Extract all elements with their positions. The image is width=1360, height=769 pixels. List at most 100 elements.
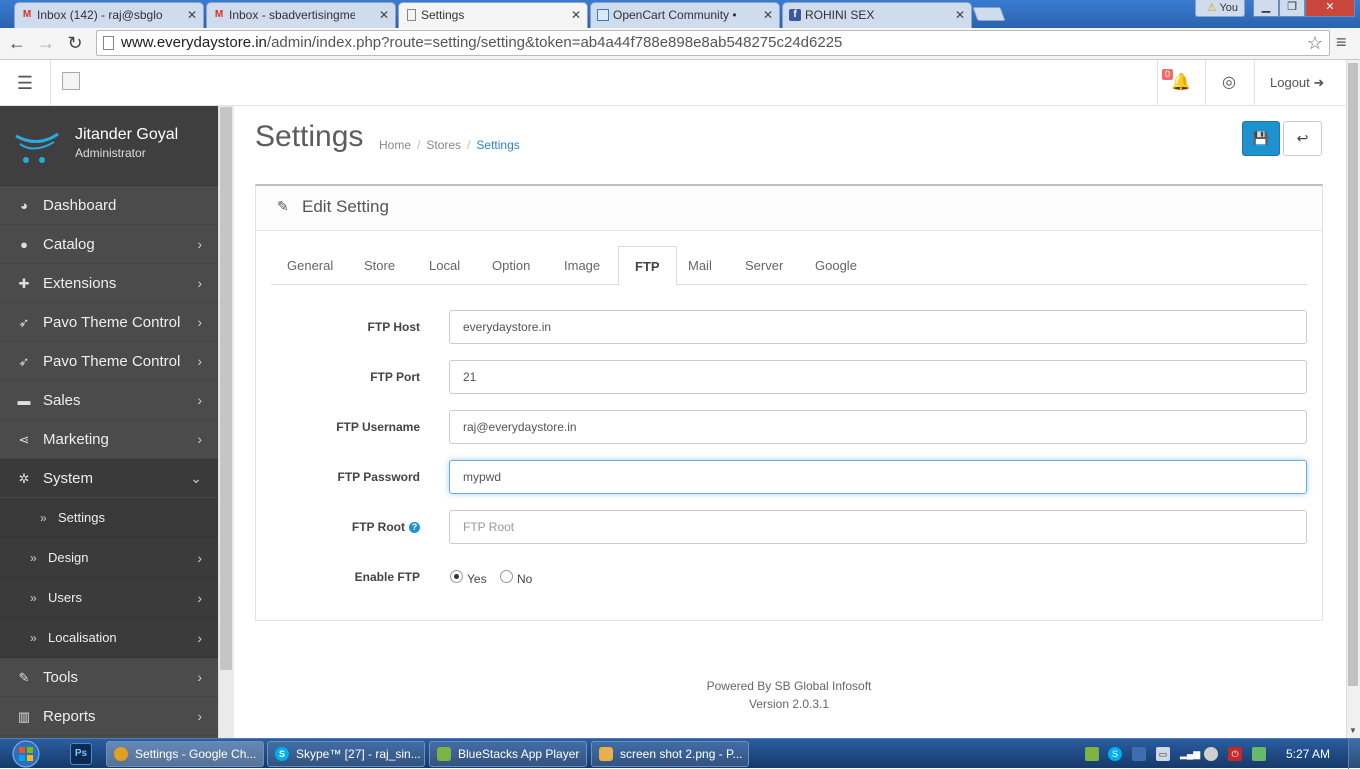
- floppy-disk-icon: 💾: [1252, 131, 1270, 146]
- window-close-button[interactable]: ✕: [1305, 0, 1355, 17]
- tag-icon: ●: [20, 237, 28, 252]
- sidebar-subitem-localisation[interactable]: » Localisation ›: [0, 618, 218, 658]
- double-angle-right-icon: »: [30, 591, 37, 605]
- browser-tab-gmail-inbox-2[interactable]: M Inbox - sbadvertisingmedi ✕: [206, 2, 396, 28]
- chevron-icon: ›: [197, 630, 202, 646]
- photoshop-icon[interactable]: Ps: [70, 743, 92, 765]
- ftp-port-input[interactable]: [449, 360, 1307, 394]
- reload-icon[interactable]: ↻: [64, 32, 86, 54]
- sidebar-item-pavo-theme-control[interactable]: ➶ Pavo Theme Control ›: [0, 303, 218, 342]
- sidebar-item-dashboard[interactable]: ◕ Dashboard: [0, 186, 218, 225]
- save-button[interactable]: 💾: [1242, 121, 1280, 156]
- sidebar-item-label: Pavo Theme Control: [43, 353, 181, 370]
- minimize-button[interactable]: ▁: [1253, 0, 1279, 17]
- system-clock[interactable]: 5:27 AM: [1286, 739, 1330, 769]
- forward-arrow-icon[interactable]: →: [35, 32, 57, 54]
- chevron-icon: ›: [197, 314, 202, 330]
- new-tab-button[interactable]: [972, 7, 1006, 21]
- show-desktop-button[interactable]: [1348, 739, 1360, 769]
- sidebar-subitem-design[interactable]: » Design ›: [0, 538, 218, 578]
- ftp-host-input[interactable]: [449, 310, 1307, 344]
- chrome-menu-icon[interactable]: ≡: [1336, 32, 1347, 53]
- tab-option[interactable]: Option: [476, 246, 546, 285]
- tab-google[interactable]: Google: [799, 246, 873, 285]
- back-arrow-icon[interactable]: ←: [6, 32, 28, 54]
- sidebar-item-catalog[interactable]: ● Catalog ›: [0, 225, 218, 264]
- facebook-icon: f: [789, 9, 801, 21]
- breadcrumb-home[interactable]: Home: [379, 138, 411, 152]
- chevron-icon: ›: [197, 353, 202, 369]
- paint-icon: [599, 747, 613, 761]
- breadcrumb-stores[interactable]: Stores: [426, 138, 461, 152]
- rocket-icon: ➶: [18, 315, 30, 330]
- maximize-button[interactable]: ❐: [1279, 0, 1305, 17]
- chrome-icon: [114, 747, 128, 761]
- taskbar-item-label: Skype™ [27] - raj_sin...: [296, 747, 421, 761]
- help-lifebuoy-icon[interactable]: ◎: [1205, 60, 1252, 106]
- taskbar-paint[interactable]: screen shot 2.png - P...: [591, 741, 749, 767]
- logout-link[interactable]: Logout ➜: [1254, 60, 1348, 106]
- sidebar-subitem-settings[interactable]: » Settings: [0, 498, 218, 538]
- ftp-password-input[interactable]: [449, 460, 1307, 494]
- breadcrumb-settings[interactable]: Settings: [476, 138, 519, 152]
- chevron-icon: ›: [197, 708, 202, 724]
- tab-general[interactable]: General: [271, 246, 349, 285]
- browser-tab-facebook[interactable]: f ROHINI SEX ✕: [782, 2, 972, 28]
- page-icon: [103, 36, 114, 50]
- tab-local[interactable]: Local: [413, 246, 476, 285]
- windows-start-button[interactable]: [8, 739, 44, 769]
- url-host: www.everydaystore.in: [121, 34, 267, 51]
- sidebar-item-tools[interactable]: ✎ Tools ›: [0, 658, 218, 697]
- bookmark-star-icon[interactable]: ☆: [1307, 31, 1323, 55]
- sidebar-item-reports[interactable]: ▥ Reports ›: [0, 697, 218, 736]
- skype-tray-icon[interactable]: S: [1108, 747, 1122, 761]
- close-tab-icon[interactable]: ✕: [379, 3, 389, 27]
- sidebar-item-pavo-theme-control[interactable]: ➶ Pavo Theme Control ›: [0, 342, 218, 381]
- sidebar-item-extensions[interactable]: ✚ Extensions ›: [0, 264, 218, 303]
- taskbar-bluestacks[interactable]: BlueStacks App Player: [429, 741, 587, 767]
- battery-icon[interactable]: [1252, 747, 1266, 761]
- ftp-root-input[interactable]: [449, 510, 1307, 544]
- cancel-button[interactable]: ↩: [1283, 121, 1322, 156]
- bluestacks-tray-icon[interactable]: [1085, 747, 1099, 761]
- browser-tab-gmail-inbox[interactable]: M Inbox (142) - raj@sbgloba ✕: [14, 2, 204, 28]
- tab-image[interactable]: Image: [548, 246, 616, 285]
- sidebar-scroll-thumb[interactable]: [220, 107, 232, 670]
- scroll-down-arrow-icon[interactable]: ▼: [1346, 724, 1360, 738]
- power-icon[interactable]: ⏻: [1228, 747, 1242, 761]
- taskbar-skype[interactable]: S Skype™ [27] - raj_sin...: [267, 741, 425, 767]
- close-tab-icon[interactable]: ✕: [763, 3, 773, 27]
- enable-ftp-yes-radio[interactable]: [450, 570, 463, 583]
- enable-ftp-yes-label[interactable]: Yes: [467, 560, 487, 598]
- sidebar-item-sales[interactable]: ▬ Sales ›: [0, 381, 218, 420]
- chevron-icon: ⌄: [190, 470, 202, 486]
- tab-ftp[interactable]: FTP: [618, 246, 677, 286]
- sidebar-subitem-label: Design: [48, 550, 89, 565]
- browser-tab-opencart[interactable]: OpenCart Community • Po ✕: [590, 2, 780, 28]
- tab-store[interactable]: Store: [348, 246, 411, 285]
- close-tab-icon[interactable]: ✕: [571, 3, 581, 27]
- signal-bars-icon[interactable]: ▂▄▆: [1180, 747, 1200, 761]
- address-bar[interactable]: www.everydaystore.in/admin/index.php?rou…: [96, 30, 1330, 56]
- close-tab-icon[interactable]: ✕: [955, 3, 965, 27]
- page-scroll-thumb[interactable]: [1348, 63, 1358, 686]
- device-icon[interactable]: ▭: [1156, 747, 1170, 761]
- page-title: Settings: [255, 120, 364, 153]
- enable-ftp-no-radio[interactable]: [500, 570, 513, 583]
- volume-icon[interactable]: [1204, 747, 1218, 761]
- enable-ftp-no-label[interactable]: No: [517, 560, 532, 598]
- sidebar-subitem-users[interactable]: » Users ›: [0, 578, 218, 618]
- ftp-username-input[interactable]: [449, 410, 1307, 444]
- browser-tab-settings[interactable]: Settings ✕: [398, 2, 588, 28]
- sidebar-item-marketing[interactable]: ⋖ Marketing ›: [0, 420, 218, 459]
- sidebar-item-system[interactable]: ✲ System ⌄: [0, 459, 218, 498]
- tab-server[interactable]: Server: [729, 246, 799, 285]
- profile-button[interactable]: ⚠ You: [1195, 0, 1245, 17]
- network-adapter-icon[interactable]: [1132, 747, 1146, 761]
- menu-toggle-icon[interactable]: ☰: [0, 60, 51, 106]
- taskbar-chrome-settings[interactable]: Settings - Google Ch...: [106, 741, 264, 767]
- close-tab-icon[interactable]: ✕: [187, 3, 197, 27]
- help-question-icon[interactable]: ?: [409, 522, 420, 534]
- tab-mail[interactable]: Mail: [672, 246, 728, 285]
- notifications-bell-icon[interactable]: 🔔: [1157, 60, 1204, 106]
